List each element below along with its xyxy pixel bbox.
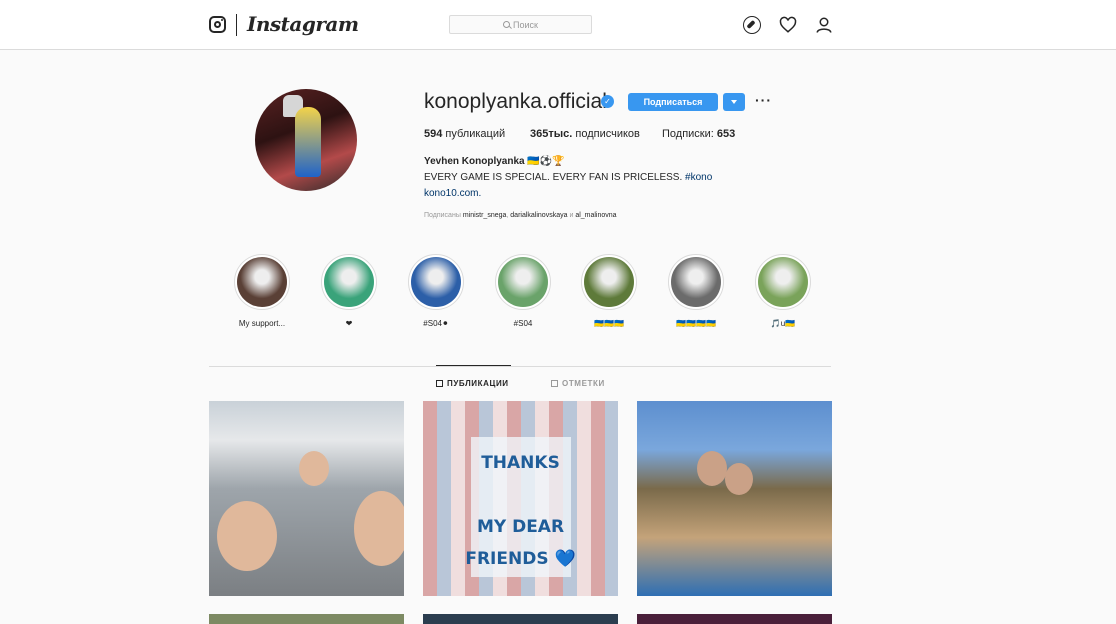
bio-text: EVERY GAME IS SPECIAL. EVERY FAN IS PRIC… — [424, 172, 683, 183]
highlight-label: 🇺🇦🇺🇦🇺🇦 — [594, 319, 624, 328]
profile-username: konoplyanka.official — [424, 90, 607, 113]
instagram-camera-icon[interactable] — [209, 16, 226, 33]
profile-full-name: Yevhen Konoplyanka 🇺🇦⚽🏆 — [424, 156, 565, 167]
posts-count-stat: 594 публикаций — [424, 128, 505, 140]
highlight-ring — [668, 254, 724, 310]
photo-face — [354, 491, 404, 566]
highlight-cover-image — [584, 257, 634, 307]
top-navigation-bar: Instagram Поиск — [0, 0, 1116, 50]
photo-face — [697, 451, 727, 486]
highlight-cover-image — [671, 257, 721, 307]
followed-by-prefix: Подписаны — [424, 212, 461, 219]
highlight-cover-image — [411, 257, 461, 307]
grid-icon — [436, 380, 443, 387]
story-highlight[interactable]: My support... — [234, 254, 290, 328]
following-count: 653 — [716, 128, 736, 140]
search-input[interactable]: Поиск — [449, 15, 592, 34]
followers-stat[interactable]: 365тыс. подписчиков — [530, 128, 640, 140]
followers-label: подписчиков — [575, 128, 640, 140]
bio-hashtag-link[interactable]: #kono — [685, 172, 712, 183]
posts-label: публикаций — [445, 128, 506, 140]
photo-face — [725, 463, 753, 495]
highlight-cover-image — [237, 257, 287, 307]
suggestions-dropdown-button[interactable] — [723, 93, 745, 111]
post-thumbnail[interactable] — [423, 614, 618, 624]
tagged-icon — [551, 380, 558, 387]
more-options-icon[interactable]: ··· — [755, 92, 772, 108]
post-text-my-dear: MY DEAR — [476, 517, 565, 537]
player-figure — [295, 107, 321, 177]
highlight-ring — [408, 254, 464, 310]
tab-tagged[interactable]: ОТМЕТКИ — [551, 379, 605, 388]
compass-icon[interactable] — [743, 16, 761, 34]
post-thumbnail[interactable]: THANKS MY DEAR FRIENDS 💙 — [423, 401, 618, 596]
follow-button[interactable]: Подписаться — [628, 93, 718, 111]
photo-face — [217, 501, 277, 571]
story-highlight[interactable]: 🎵u🇺🇦 — [755, 254, 811, 328]
post-thumbnail[interactable] — [637, 401, 832, 596]
tabs-divider — [209, 366, 831, 367]
highlight-ring — [581, 254, 637, 310]
profile-bio: EVERY GAME IS SPECIAL. EVERY FAN IS PRIC… — [424, 172, 712, 183]
post-text-friends: FRIENDS 💙 — [465, 549, 576, 569]
search-icon — [503, 21, 511, 28]
post-thumbnail[interactable] — [209, 614, 404, 624]
followed-by-user-link[interactable]: al_malinovna — [575, 212, 616, 219]
following-label: Подписки: — [662, 128, 714, 140]
post-text-thanks: THANKS — [481, 453, 560, 473]
posts-count: 594 — [424, 128, 443, 140]
heart-icon[interactable] — [779, 16, 797, 34]
highlight-label: 🇺🇦🇺🇦🇺🇦🇺🇦 — [676, 319, 716, 328]
active-tab-indicator — [436, 365, 511, 366]
tab-tagged-label: ОТМЕТКИ — [562, 379, 605, 388]
website-link[interactable]: kono10.com. — [424, 188, 481, 199]
story-highlight[interactable]: #S04 — [495, 254, 551, 328]
highlight-ring — [321, 254, 377, 310]
story-highlight[interactable]: 🇺🇦🇺🇦🇺🇦 — [581, 254, 637, 328]
highlight-ring — [755, 254, 811, 310]
highlight-label: #S04⚫ — [423, 319, 449, 328]
tab-posts[interactable]: ПУБЛИКАЦИИ — [436, 379, 509, 388]
following-stat[interactable]: Подписки: 653 — [662, 128, 735, 140]
followed-by-and: и — [569, 212, 574, 219]
highlight-label: 🎵u🇺🇦 — [770, 319, 796, 328]
search-placeholder: Поиск — [513, 19, 538, 30]
highlight-label: ❤ — [345, 319, 353, 328]
story-highlight[interactable]: 🇺🇦🇺🇦🇺🇦🇺🇦 — [668, 254, 724, 328]
post-thumbnail[interactable] — [209, 401, 404, 596]
highlight-label: #S04 — [513, 319, 533, 328]
profile-avatar[interactable] — [255, 89, 357, 191]
story-highlight[interactable]: ❤ — [321, 254, 377, 328]
followed-by-text: Подписаны ministr_snega, darialkalinovsk… — [424, 212, 617, 219]
person-icon[interactable] — [815, 16, 833, 34]
highlight-ring — [495, 254, 551, 310]
photo-face — [299, 451, 329, 486]
verified-badge-icon: ✓ — [601, 95, 614, 108]
highlight-cover-image — [324, 257, 374, 307]
post-thumbnail[interactable] — [637, 614, 832, 624]
highlight-ring — [234, 254, 290, 310]
highlight-cover-image — [498, 257, 548, 307]
highlight-cover-image — [758, 257, 808, 307]
highlight-label: My support... — [238, 319, 286, 328]
followed-by-user-link[interactable]: darialkalinovskaya — [510, 212, 567, 219]
tab-posts-label: ПУБЛИКАЦИИ — [447, 379, 509, 388]
instagram-wordmark[interactable]: Instagram — [247, 12, 359, 36]
story-highlight[interactable]: #S04⚫ — [408, 254, 464, 328]
followed-by-user-link[interactable]: ministr_snega — [463, 212, 507, 219]
logo-divider — [236, 14, 237, 36]
followers-count: 365тыс. — [530, 128, 573, 140]
